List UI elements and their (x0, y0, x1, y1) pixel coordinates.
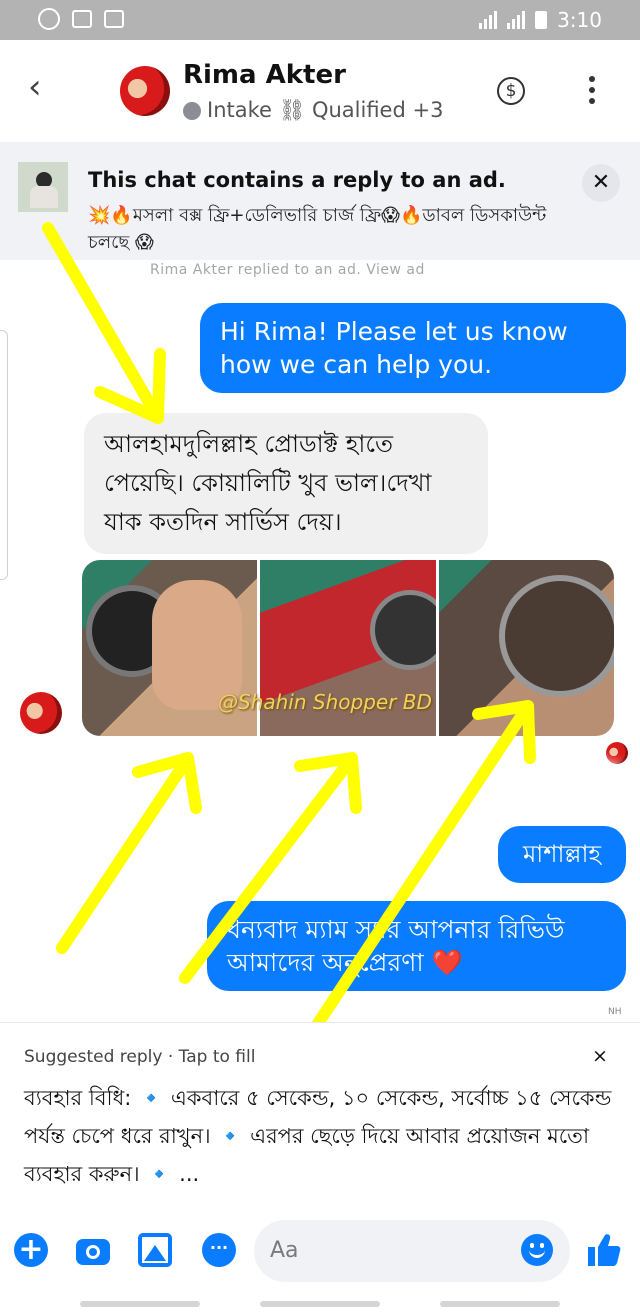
message-bubble-outgoing[interactable]: মাশাল্লাহ (498, 826, 626, 883)
scroll-edge-handle[interactable] (0, 330, 8, 580)
battery-icon (535, 11, 548, 29)
sender-avatar[interactable] (20, 692, 62, 734)
seen-indicator: NH (608, 1007, 622, 1017)
plus-icon[interactable]: + (14, 1233, 48, 1267)
ad-reply-banner: This chat contains a reply to an ad. 💥🔥ম… (0, 142, 640, 260)
arrow-annotation-icon (56, 752, 202, 954)
blurred-area (520, 768, 620, 798)
read-receipt-avatar (606, 742, 628, 764)
signal-icon (507, 11, 526, 29)
message-bubble-outgoing[interactable]: Hi Rima! Please let us know how we can h… (200, 303, 626, 393)
nav-recents-indicator[interactable] (440, 1301, 560, 1307)
label-dot-icon (183, 101, 201, 120)
message-input-placeholder: Aa (270, 1238, 299, 1263)
contact-name[interactable]: Rima Akter (183, 60, 346, 90)
avatar[interactable] (120, 66, 170, 116)
dollar-circle-icon[interactable]: $ (497, 77, 525, 105)
contact-labels[interactable]: Intake ⛓ Qualified +3 (183, 98, 443, 123)
vertical-ellipsis-icon[interactable] (588, 76, 596, 104)
close-icon[interactable]: ✕ (582, 164, 620, 202)
message-bubble-incoming[interactable]: আলহামদুলিল্লাহ প্রোডাক্ট হাতে পেয়েছি। ক… (84, 413, 488, 554)
message-composer: + ··· Aa (0, 1206, 640, 1298)
image-icon[interactable] (138, 1233, 172, 1267)
labels-text: Intake ⛓ Qualified +3 (207, 98, 444, 122)
close-icon[interactable]: × (592, 1045, 608, 1067)
suggested-reply-text[interactable]: ব্যবহার বিধি: 🔹 একবারে ৫ সেকেন্ড, ১০ সেক… (24, 1079, 614, 1193)
ad-banner-title: This chat contains a reply to an ad. (88, 168, 506, 192)
nav-back-indicator[interactable] (80, 1301, 200, 1307)
status-time: 3:10 (557, 8, 602, 32)
conversation-header: ‹ Rima Akter Intake ⛓ Qualified +3 $ (0, 40, 640, 140)
ad-thumbnail[interactable] (18, 162, 68, 212)
nav-home-indicator[interactable] (260, 1301, 380, 1307)
emoji-icon[interactable] (521, 1234, 553, 1266)
replied-to-ad-line[interactable]: Rima Akter replied to an ad. View ad (150, 262, 425, 278)
folder-icon (104, 10, 124, 28)
photo-watermark: @Shahin Shopper BD (218, 690, 432, 714)
chevron-left-icon[interactable]: ‹ (28, 70, 42, 104)
camera-icon[interactable] (76, 1233, 110, 1267)
message-icon[interactable]: ··· (202, 1233, 236, 1267)
message-bubble-outgoing[interactable]: ধন্যবাদ ম্যাম স্যার আপনার রিভিউ আমাদের অ… (207, 901, 626, 991)
thumbs-up-icon[interactable] (584, 1230, 624, 1270)
photo-attachment[interactable] (438, 560, 614, 736)
suggested-reply-label: Suggested reply · Tap to fill (24, 1047, 256, 1067)
media-icon (38, 8, 60, 30)
ad-banner-text: 💥🔥মসলা বক্স ফ্রি+ডেলিভারি চার্জ ফ্রি😱🔥ডা… (88, 205, 547, 253)
system-navigation-bar (0, 1298, 640, 1316)
suggested-reply-panel[interactable]: Suggested reply · Tap to fill × ব্যবহার … (0, 1022, 640, 1206)
gallery-icon (72, 10, 92, 28)
status-bar: 3:10 (0, 0, 640, 40)
signal-icon (479, 11, 498, 29)
